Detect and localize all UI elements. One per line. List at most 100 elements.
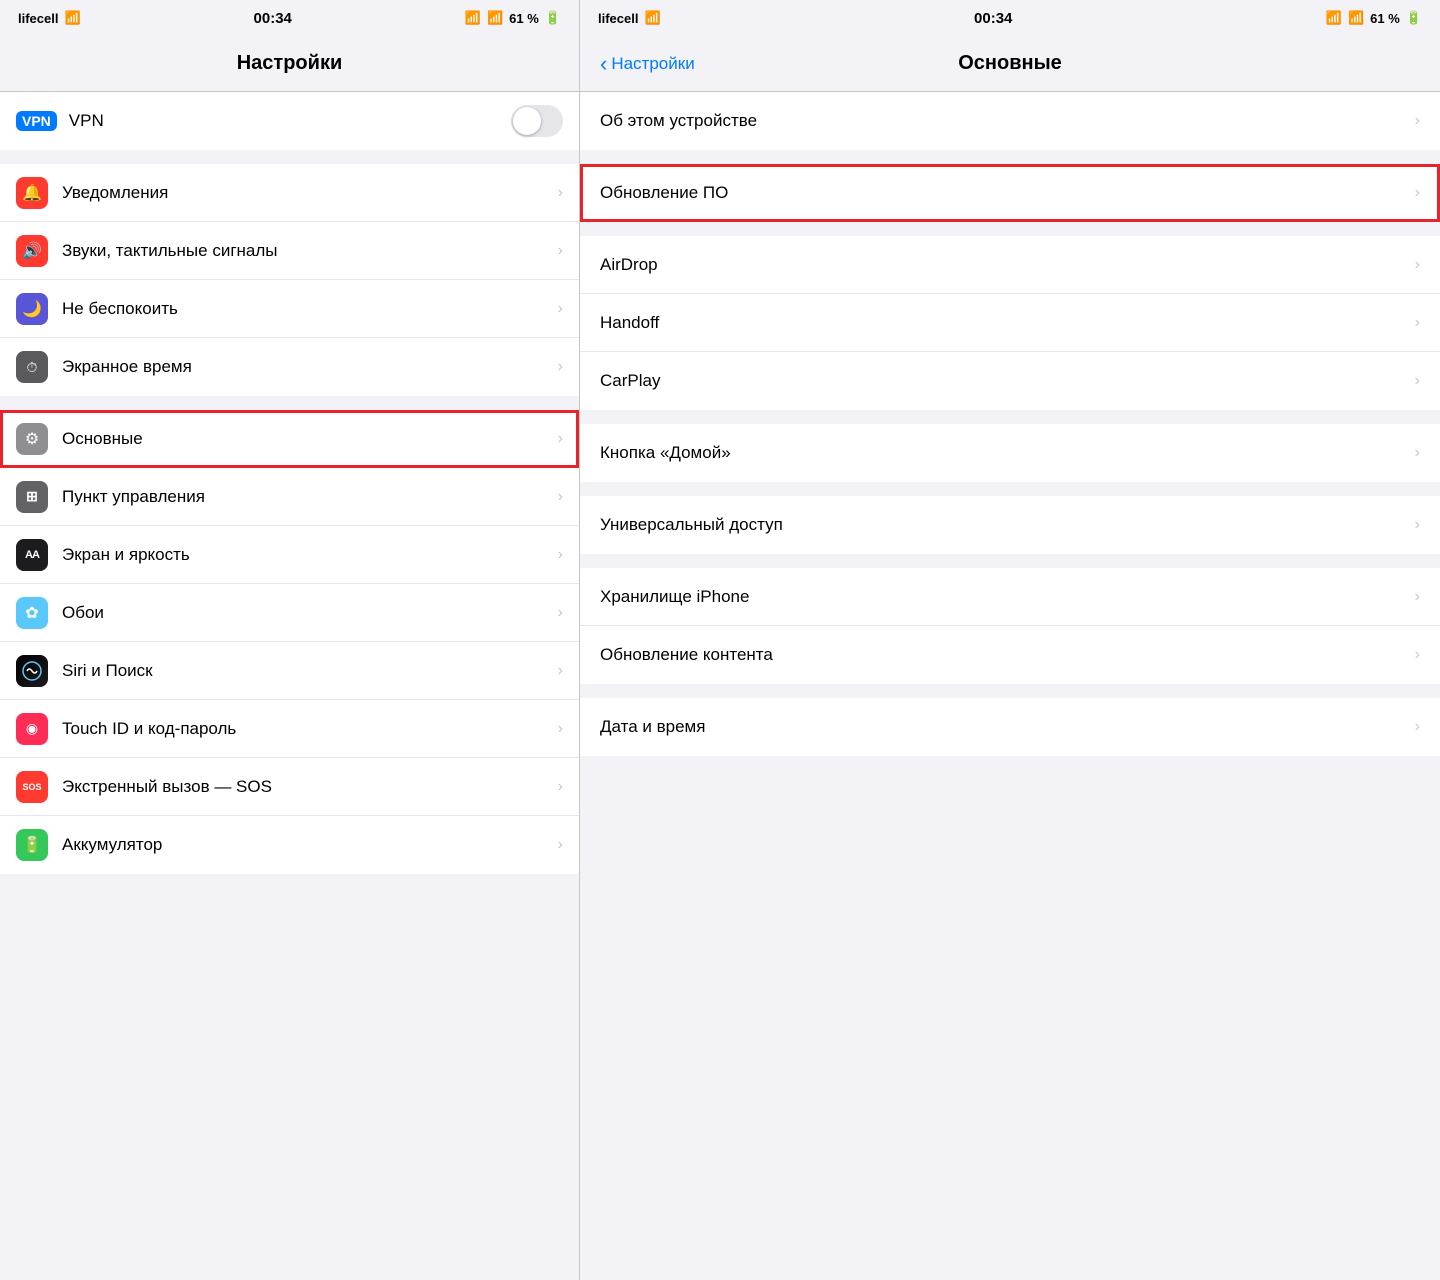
touchid-label: Touch ID и код-пароль (62, 719, 558, 739)
notifications-icon: 🔔 (16, 177, 48, 209)
handoff-chevron: › (1415, 314, 1420, 332)
vpn-item[interactable]: VPN VPN (0, 92, 579, 150)
software-update-label: Обновление ПО (600, 183, 1415, 203)
wallpaper-label: Обои (62, 603, 558, 623)
wallpaper-icon: ✿ (16, 597, 48, 629)
sos-item[interactable]: SOS Экстренный вызов — SOS › (0, 758, 579, 816)
left-wifi-icon2: 📶 (487, 10, 503, 26)
about-label: Об этом устройстве (600, 111, 1415, 131)
general-icon: ⚙ (16, 423, 48, 455)
background-refresh-chevron: › (1415, 646, 1420, 664)
battery-label: Аккумулятор (62, 835, 558, 855)
left-status-bar: lifecell 📶 00:34 📶 📶 61 % 🔋 (0, 0, 579, 36)
sounds-chevron: › (558, 242, 563, 260)
right-wifi-icon2: 📶 (1348, 10, 1364, 26)
right-group-datetime: Дата и время › (580, 698, 1440, 756)
battery-chevron: › (558, 836, 563, 854)
carplay-chevron: › (1415, 372, 1420, 390)
notifications-item[interactable]: 🔔 Уведомления › (0, 164, 579, 222)
vpn-group: VPN VPN (0, 92, 579, 150)
back-chevron-icon: ‹ (600, 51, 607, 77)
accessibility-label: Универсальный доступ (600, 515, 1415, 535)
software-update-item[interactable]: Обновление ПО › (580, 164, 1440, 222)
airdrop-chevron: › (1415, 256, 1420, 274)
touchid-item[interactable]: ◉ Touch ID и код-пароль › (0, 700, 579, 758)
background-refresh-label: Обновление контента (600, 645, 1415, 665)
right-battery-icon: 🔋 (1406, 10, 1422, 26)
left-wifi-icon: 📶 (64, 10, 80, 26)
right-separator-2 (580, 222, 1440, 236)
accessibility-item[interactable]: Универсальный доступ › (580, 496, 1440, 554)
screentime-icon: ⏱ (16, 351, 48, 383)
display-chevron: › (558, 546, 563, 564)
about-item[interactable]: Об этом устройстве › (580, 92, 1440, 150)
right-status-time: 00:34 (974, 10, 1012, 27)
siri-item[interactable]: Siri и Поиск › (0, 642, 579, 700)
left-carrier: lifecell (18, 11, 58, 26)
display-item[interactable]: AA Экран и яркость › (0, 526, 579, 584)
donotdisturb-chevron: › (558, 300, 563, 318)
vpn-label: VPN (69, 111, 511, 131)
left-nav-title: Настройки (237, 52, 343, 75)
right-wifi-icon: 📶 (644, 10, 660, 26)
screentime-item[interactable]: ⏱ Экранное время › (0, 338, 579, 396)
battery-icon: 🔋 (16, 829, 48, 861)
airdrop-label: AirDrop (600, 255, 1415, 275)
wallpaper-item[interactable]: ✿ Обои › (0, 584, 579, 642)
right-group-update: Обновление ПО › (580, 164, 1440, 222)
handoff-label: Handoff (600, 313, 1415, 333)
vpn-toggle[interactable] (511, 105, 563, 137)
handoff-item[interactable]: Handoff › (580, 294, 1440, 352)
datetime-label: Дата и время (600, 717, 1415, 737)
sounds-icon: 🔊 (16, 235, 48, 267)
battery-item[interactable]: 🔋 Аккумулятор › (0, 816, 579, 874)
storage-label: Хранилище iPhone (600, 587, 1415, 607)
controlcenter-item[interactable]: ⊞ Пункт управления › (0, 468, 579, 526)
screentime-label: Экранное время (62, 357, 558, 377)
donotdisturb-label: Не беспокоить (62, 299, 558, 319)
siri-svg (22, 661, 42, 681)
airdrop-item[interactable]: AirDrop › (580, 236, 1440, 294)
storage-chevron: › (1415, 588, 1420, 606)
sos-chevron: › (558, 778, 563, 796)
touchid-icon: ◉ (16, 713, 48, 745)
display-icon: AA (16, 539, 48, 571)
vpn-badge-text: VPN (22, 113, 51, 129)
carplay-item[interactable]: CarPlay › (580, 352, 1440, 410)
notifications-chevron: › (558, 184, 563, 202)
donotdisturb-item[interactable]: 🌙 Не беспокоить › (0, 280, 579, 338)
background-refresh-item[interactable]: Обновление контента › (580, 626, 1440, 684)
left-status-left: lifecell 📶 (18, 10, 81, 26)
group-1: 🔔 Уведомления › 🔊 Звуки, тактильные сигн… (0, 164, 579, 396)
general-item[interactable]: ⚙ Основные › (0, 410, 579, 468)
sos-label: Экстренный вызов — SOS (62, 777, 558, 797)
vpn-toggle-thumb (513, 107, 541, 135)
datetime-chevron: › (1415, 718, 1420, 736)
sos-icon: SOS (16, 771, 48, 803)
homebutton-item[interactable]: Кнопка «Домой» › (580, 424, 1440, 482)
wallpaper-chevron: › (558, 604, 563, 622)
accessibility-chevron: › (1415, 516, 1420, 534)
sounds-item[interactable]: 🔊 Звуки, тактильные сигналы › (0, 222, 579, 280)
left-battery-icon: 🔋 (545, 10, 561, 26)
right-separator-5 (580, 554, 1440, 568)
right-separator-1 (580, 150, 1440, 164)
right-separator-6 (580, 684, 1440, 698)
right-group-accessibility: Универсальный доступ › (580, 496, 1440, 554)
right-nav-back[interactable]: ‹ Настройки (600, 51, 695, 77)
storage-item[interactable]: Хранилище iPhone › (580, 568, 1440, 626)
screentime-chevron: › (558, 358, 563, 376)
separator-2 (0, 396, 579, 410)
right-status-right: 📶 📶 61 % 🔋 (1326, 10, 1422, 26)
right-status-bar: lifecell 📶 00:34 📶 📶 61 % 🔋 (580, 0, 1440, 36)
right-nav-bar: ‹ Настройки Основные (580, 36, 1440, 92)
datetime-item[interactable]: Дата и время › (580, 698, 1440, 756)
homebutton-chevron: › (1415, 444, 1420, 462)
vpn-badge: VPN (16, 111, 57, 131)
siri-chevron: › (558, 662, 563, 680)
display-label: Экран и яркость (62, 545, 558, 565)
controlcenter-label: Пункт управления (62, 487, 558, 507)
carplay-label: CarPlay (600, 371, 1415, 391)
right-nav-title: Основные (958, 52, 1062, 75)
left-signal-icon: 📶 (465, 10, 481, 26)
